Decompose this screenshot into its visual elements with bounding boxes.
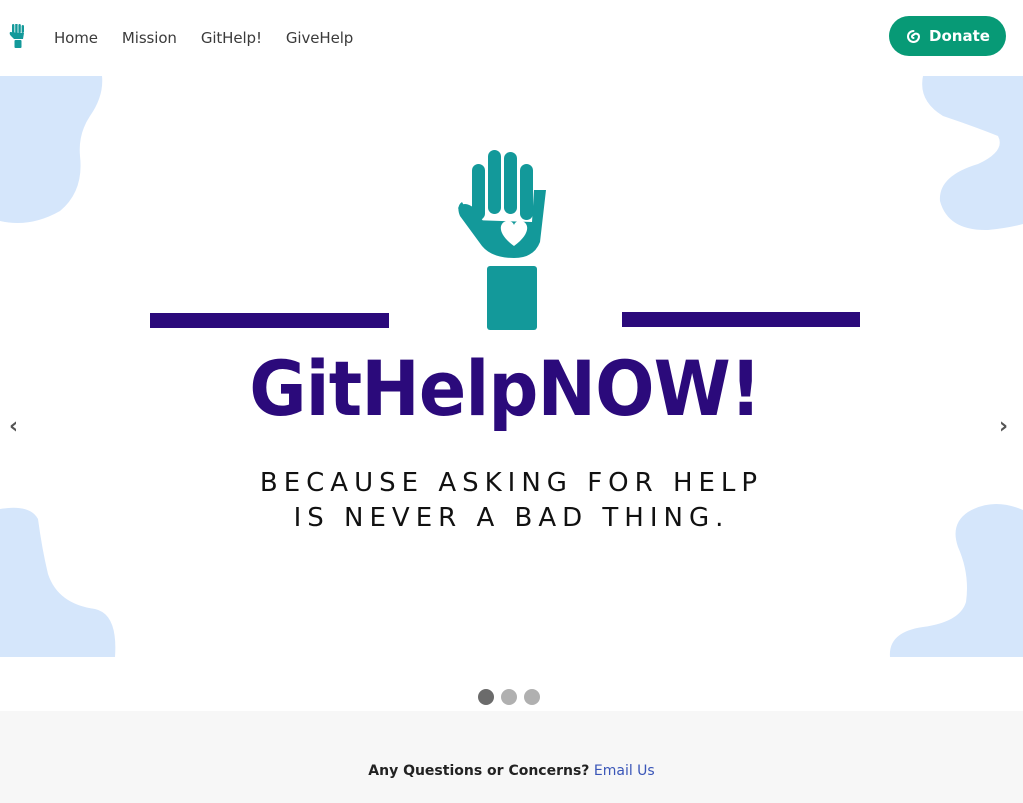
navbar: Home Mission GitHelp! GiveHelp Donate	[0, 0, 1023, 76]
brand-hand-icon[interactable]	[9, 24, 27, 50]
donate-label: Donate	[929, 27, 990, 45]
footer-contact: Any Questions or Concerns? Email Us	[0, 763, 1023, 779]
nav-link-home[interactable]: Home	[54, 29, 98, 47]
donate-button[interactable]: Donate	[889, 16, 1006, 56]
carousel-indicator-1[interactable]	[478, 689, 494, 705]
carousel-next-button[interactable]: ›	[999, 414, 1008, 439]
carousel-indicators	[478, 689, 547, 705]
nav-link-githelp[interactable]: GitHelp!	[201, 29, 262, 47]
nav-link-mission[interactable]: Mission	[122, 29, 177, 47]
carousel-indicator-2[interactable]	[501, 689, 517, 705]
carousel-indicator-3[interactable]	[524, 689, 540, 705]
spiral-icon	[907, 29, 921, 43]
nav-links: Home Mission GitHelp! GiveHelp	[54, 0, 377, 76]
footer: Any Questions or Concerns? Email Us	[0, 711, 1023, 803]
hero-carousel: GitHelpNOW! BECAUSE ASKING FOR HELP IS N…	[0, 76, 1023, 657]
email-us-link[interactable]: Email Us	[594, 763, 655, 779]
decorative-blob-top-right	[922, 76, 1023, 231]
logo-bar-left	[150, 313, 389, 328]
logo-title: GitHelpNOW!	[249, 344, 762, 433]
carousel-prev-button[interactable]: ‹	[9, 414, 18, 439]
nav-link-givehelp[interactable]: GiveHelp	[286, 29, 353, 47]
raised-hand-heart-icon	[458, 150, 546, 330]
tagline-line-2: IS NEVER A BAD THING.	[293, 503, 730, 533]
footer-question: Any Questions or Concerns?	[368, 763, 590, 779]
tagline-line-1: BECAUSE ASKING FOR HELP	[259, 468, 764, 498]
decorative-blob-top-left	[0, 76, 103, 224]
logo-bar-right	[622, 312, 860, 327]
